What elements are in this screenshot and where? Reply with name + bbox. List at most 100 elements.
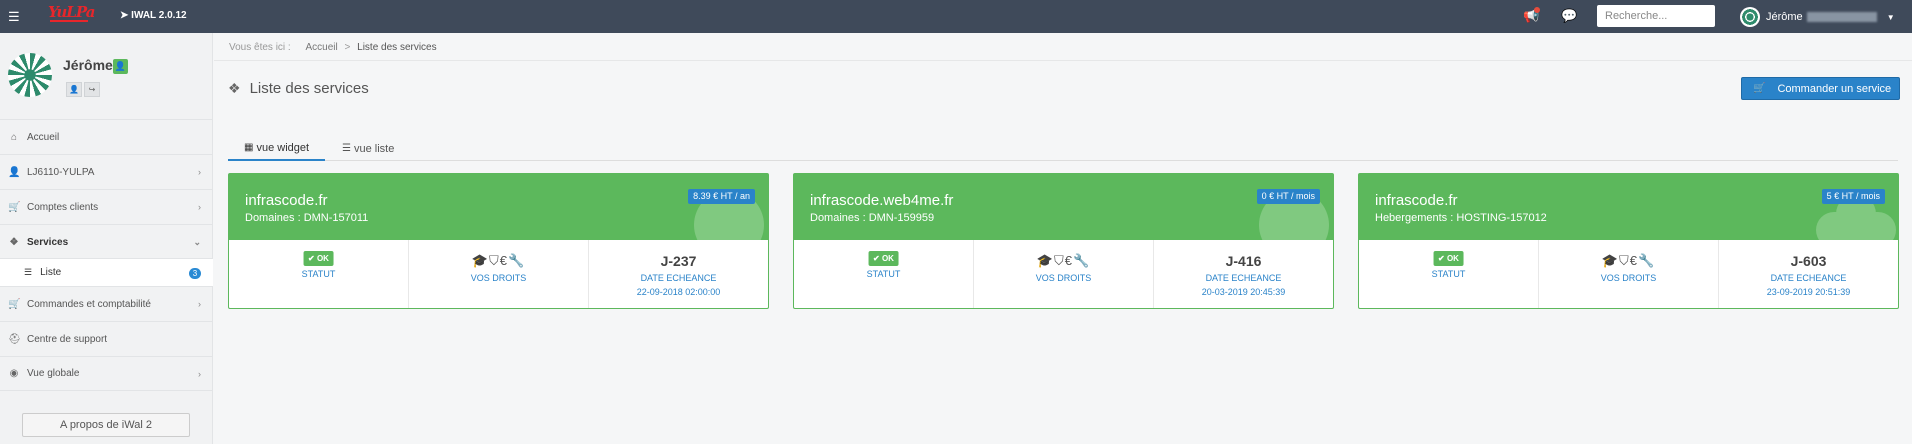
notification-badge xyxy=(1534,7,1540,13)
card-body: ✔ OK STATUT 🎓⛉€🔧 VOS DROITS J-603 DATE E… xyxy=(1359,240,1898,308)
profile-name: Jérôme xyxy=(63,57,113,73)
sidebar-subitem-liste[interactable]: ☰ Liste 3 xyxy=(0,258,213,286)
due-date: 23-09-2019 20:51:39 xyxy=(1766,287,1851,297)
chevron-down-icon: ⌄ xyxy=(193,237,201,247)
rights-icons: 🎓⛉€🔧 xyxy=(974,253,1153,269)
profile-panel: Jérôme 👤 👤 ↪ xyxy=(0,33,213,119)
logo-underline xyxy=(50,20,88,22)
service-title[interactable]: infrascode.fr xyxy=(1375,192,1458,209)
menu-toggle-icon[interactable]: ☰ xyxy=(8,9,20,25)
sidebar-item-commandes[interactable]: 🛒 Commandes et comptabilité › xyxy=(0,286,213,321)
logout-button[interactable]: ↪ xyxy=(84,82,100,97)
breadcrumb-current: Liste des services xyxy=(357,42,437,53)
status-label: STATUT xyxy=(1431,269,1466,279)
sidebar-item-account[interactable]: 👤 LJ6110-YULPA › xyxy=(0,154,213,189)
app-version[interactable]: ➤ IWAL 2.0.12 xyxy=(120,10,187,21)
about-button[interactable]: A propos de iWal 2 xyxy=(22,413,190,437)
graduation-cap-icon: 🎓 xyxy=(1036,253,1054,268)
rights-cell: 🎓⛉€🔧 VOS DROITS xyxy=(974,240,1154,308)
graduation-cap-icon: 🎓 xyxy=(1601,253,1619,268)
tab-label: vue liste xyxy=(353,142,395,155)
list-icon: ☰ xyxy=(24,267,33,277)
service-reference: Hebergements : HOSTING-157012 xyxy=(1375,212,1547,224)
rights-cell: 🎓⛉€🔧 VOS DROITS xyxy=(1539,240,1719,308)
rights-label[interactable]: VOS DROITS xyxy=(974,273,1153,283)
shield-icon: ⛉ xyxy=(1054,253,1065,268)
cubes-icon: ❖ xyxy=(9,236,19,248)
breadcrumb-home[interactable]: Accueil xyxy=(305,42,337,53)
support-icon: ⛑ xyxy=(8,333,21,345)
status-cell: ✔ OK STATUT xyxy=(794,240,974,308)
due-countdown: J-603 xyxy=(1790,253,1827,269)
page-title-text: Liste des services xyxy=(249,80,369,97)
rights-icons: 🎓⛉€🔧 xyxy=(1539,253,1718,269)
euro-icon: € xyxy=(1064,253,1073,268)
sidebar: Jérôme 👤 👤 ↪ ⌂ Accueil 👤 LJ6110-YULPA › … xyxy=(0,33,213,444)
service-title[interactable]: infrascode.fr xyxy=(245,192,328,209)
service-card[interactable]: infrascode.web4me.fr Domaines : DMN-1599… xyxy=(793,173,1334,309)
home-icon: ⌂ xyxy=(10,131,18,143)
rights-label[interactable]: VOS DROITS xyxy=(1539,273,1718,283)
service-card[interactable]: infrascode.fr Hebergements : HOSTING-157… xyxy=(1358,173,1899,309)
list-icon: ☰ xyxy=(342,143,351,154)
sidebar-item-accueil[interactable]: ⌂ Accueil xyxy=(0,119,213,154)
search-input[interactable] xyxy=(1597,5,1715,27)
rights-icons: 🎓⛉€🔧 xyxy=(409,253,588,269)
due-cell: J-603 DATE ECHEANCE 23-09-2019 20:51:39 xyxy=(1719,240,1898,308)
service-title[interactable]: infrascode.web4me.fr xyxy=(810,192,953,209)
chevron-right-icon: › xyxy=(198,202,201,212)
globe-icon: ◉ xyxy=(9,368,19,379)
card-header: infrascode.fr Hebergements : HOSTING-157… xyxy=(1359,174,1898,240)
due-countdown: J-416 xyxy=(1225,253,1262,269)
divider xyxy=(214,60,1912,61)
sidebar-item-services[interactable]: ❖ Services ⌄ xyxy=(0,224,213,259)
avatar xyxy=(1740,7,1760,27)
tab-vue-widget[interactable]: ▦ vue widget xyxy=(228,136,326,161)
count-badge: 3 xyxy=(189,268,201,279)
sidebar-item-label: Services xyxy=(27,236,69,248)
wrench-icon: 🔧 xyxy=(508,253,526,268)
card-header: infrascode.web4me.fr Domaines : DMN-1599… xyxy=(794,174,1333,240)
wrench-icon: 🔧 xyxy=(1073,253,1091,268)
sidebar-item-label: LJ6110-YULPA xyxy=(27,166,95,178)
breadcrumb-prefix: Vous êtes ici : xyxy=(229,42,291,53)
chevron-right-icon: › xyxy=(198,167,201,177)
sidebar-item-comptes-clients[interactable]: 🛒 Comptes clients › xyxy=(0,189,213,224)
cubes-icon: ❖ xyxy=(228,80,241,96)
status-label: STATUT xyxy=(301,269,336,279)
cart-icon: 🛒 xyxy=(1753,83,1766,94)
sidebar-item-support[interactable]: ⛑ Centre de support xyxy=(0,321,213,356)
redacted-surname xyxy=(1806,12,1877,22)
graduation-cap-icon: 🎓 xyxy=(471,253,489,268)
comments-icon[interactable]: 💬 xyxy=(1561,8,1577,24)
user-menu[interactable]: Jérôme ▼ xyxy=(1740,6,1895,28)
card-header: infrascode.fr Domaines : DMN-157011 8.39… xyxy=(229,174,768,240)
euro-icon: € xyxy=(499,253,508,268)
tab-vue-liste[interactable]: ☰ vue liste xyxy=(326,136,410,161)
chevron-down-icon: ▼ xyxy=(1886,12,1895,22)
shield-icon: ⛉ xyxy=(489,253,500,268)
app-logo[interactable]: YuLPa xyxy=(48,3,95,21)
view-tabs: ▦ vue widget ☰ vue liste xyxy=(228,136,1898,161)
price-badge: 5 € HT / mois xyxy=(1821,189,1885,204)
price-badge: 0 € HT / mois xyxy=(1256,189,1320,204)
card-body: ✔ OK STATUT 🎓⛉€🔧 VOS DROITS J-416 DATE E… xyxy=(794,240,1333,308)
sidebar-item-label: Centre de support xyxy=(27,333,108,345)
status-badge: ✔ OK xyxy=(303,251,334,266)
service-reference: Domaines : DMN-159959 xyxy=(810,212,935,224)
sidebar-subitem-label: Liste xyxy=(40,267,62,278)
status-label: STATUT xyxy=(866,269,901,279)
due-date: 22-09-2018 02:00:00 xyxy=(636,287,721,297)
profile-button[interactable]: 👤 xyxy=(66,82,82,97)
status-badge: ✔ OK xyxy=(868,251,899,266)
cart-icon: 🛒 xyxy=(8,201,21,213)
breadcrumb-separator: > xyxy=(344,42,351,53)
order-service-button[interactable]: 🛒 Commander un service xyxy=(1741,77,1900,100)
sidebar-item-label: Accueil xyxy=(27,131,60,143)
due-cell: J-237 DATE ECHEANCE 22-09-2018 02:00:00 xyxy=(589,240,768,308)
sidebar-item-vue-globale[interactable]: ◉ Vue globale › xyxy=(0,356,213,391)
breadcrumb: Vous êtes ici : Accueil > Liste des serv… xyxy=(229,42,441,53)
status-badge: ✔ OK xyxy=(1433,251,1464,266)
service-card[interactable]: infrascode.fr Domaines : DMN-157011 8.39… xyxy=(228,173,769,309)
rights-label[interactable]: VOS DROITS xyxy=(409,273,588,283)
